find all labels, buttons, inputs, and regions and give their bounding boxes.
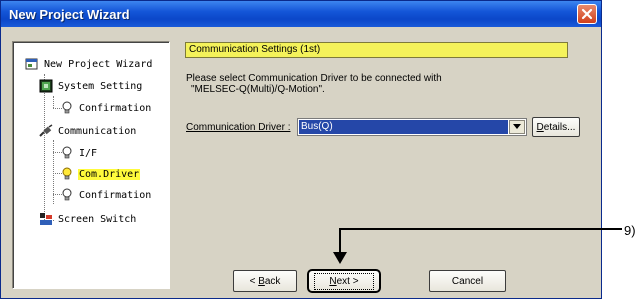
callout-label: 9)	[624, 223, 636, 238]
callout-arrow	[333, 228, 622, 264]
